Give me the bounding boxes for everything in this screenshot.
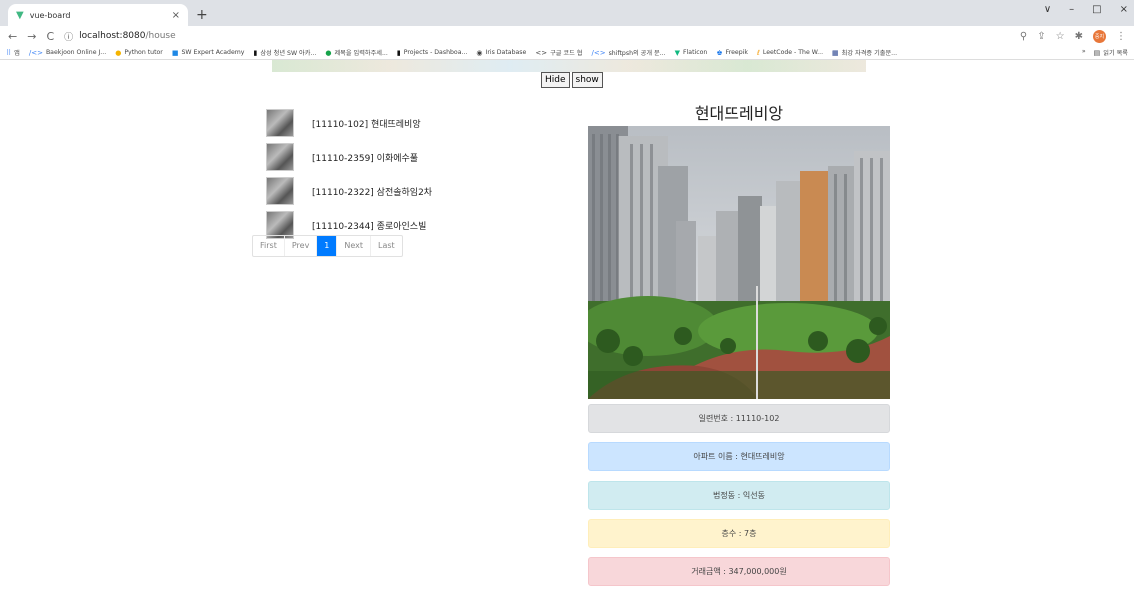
page-prev-button[interactable]: Prev xyxy=(285,236,318,256)
minimize-button[interactable]: – xyxy=(1069,4,1074,15)
address-bar: ← → C ⓘ localhost:8080/house ⚲ ⇪ ☆ ✱ 중지 … xyxy=(0,26,1134,46)
swea-icon: ■ xyxy=(171,48,179,57)
bookmark-item[interactable]: ● 제목을 입력하주세... xyxy=(325,48,388,58)
tab-close-icon[interactable]: × xyxy=(172,10,180,21)
bookmark-item[interactable]: ◉ Iris Database xyxy=(476,49,526,57)
bookmark-item[interactable]: ■ SW Expert Academy xyxy=(172,49,245,57)
bookmark-icon: ▦ xyxy=(832,48,839,57)
serial-number-box: 일련번호 : 11110-102 xyxy=(588,404,890,433)
tab-title: vue-board xyxy=(29,10,71,20)
bookmark-item[interactable]: ▮ 삼성 청년 SW 아카... xyxy=(253,48,316,58)
tab-search-icon[interactable]: ∨ xyxy=(1044,4,1051,15)
freepik-icon: ♚ xyxy=(716,48,723,57)
url-field[interactable]: ⓘ localhost:8080/house xyxy=(64,30,1020,43)
share-icon[interactable]: ⇪ xyxy=(1037,31,1045,42)
new-tab-button[interactable]: + xyxy=(196,4,208,26)
green-icon: ● xyxy=(325,48,332,57)
browser-tab[interactable]: ▼ vue-board × xyxy=(8,4,188,26)
floor-box: 층수 : 7층 xyxy=(588,519,890,548)
list-item[interactable]: [11110-2359] 이화에수풀 xyxy=(266,140,432,174)
bookmark-item[interactable]: ⠿ 앱 xyxy=(6,48,20,58)
bookmark-item[interactable]: ● Python tutor xyxy=(115,49,163,57)
page-next-button[interactable]: Next xyxy=(337,236,372,256)
bookmark-item[interactable]: /<> shiftpsh의 공개 문... xyxy=(591,48,665,58)
bookmark-item[interactable]: ▼ Flaticon xyxy=(675,49,708,57)
apps-icon: ⠿ xyxy=(6,48,12,57)
reload-icon[interactable]: C xyxy=(46,30,54,43)
page-last-button[interactable]: Last xyxy=(371,236,402,256)
house-label: [11110-2344] 종로아인스빌 xyxy=(312,221,427,232)
code-icon: /<> xyxy=(591,48,606,57)
apartment-photo-image xyxy=(588,126,890,399)
forward-icon[interactable]: → xyxy=(27,30,36,43)
python-icon: ● xyxy=(115,48,122,57)
window-controls: ∨ – □ × xyxy=(1044,4,1128,15)
star-icon[interactable]: ☆ xyxy=(1056,31,1065,42)
vue-logo-icon: ▼ xyxy=(16,9,24,21)
house-thumbnail xyxy=(266,143,294,171)
info-icon[interactable]: ⓘ xyxy=(64,30,73,43)
url-host: localhost:8080 xyxy=(79,31,146,41)
code-icon: /<> xyxy=(28,48,43,57)
reading-list-button[interactable]: ▤ 읽기 목록 xyxy=(1093,48,1128,58)
notion-icon: ▮ xyxy=(396,48,401,57)
profile-avatar[interactable]: 중지 xyxy=(1093,29,1106,43)
bookmarks-bar: ⠿ 앱 /<> Baekjoon Online J... ● Python tutor… xyxy=(0,46,1134,60)
flaticon-icon: ▼ xyxy=(674,48,680,57)
house-list: [11110-102] 현대뜨레비앙 [11110-2359] 이화에수풀 [1… xyxy=(266,106,432,242)
price-box: 거래금액 : 347,000,000원 xyxy=(588,557,890,586)
bookmark-item[interactable]: ▦ 최강 자격증 기출문... xyxy=(832,48,897,58)
browser-chrome: ▼ vue-board × + ∨ – □ × ← → C ⓘ localhos… xyxy=(0,0,1134,60)
close-window-button[interactable]: × xyxy=(1120,4,1128,15)
page-current-button[interactable]: 1 xyxy=(317,236,338,256)
reading-list-icon: ▤ xyxy=(1093,48,1101,57)
list-item[interactable]: [11110-102] 현대뜨레비앙 xyxy=(266,106,432,140)
menu-icon[interactable]: ⋮ xyxy=(1116,31,1126,42)
house-label: [11110-2359] 이화에수풀 xyxy=(312,153,419,164)
detail-title: 현대뜨레비앙 xyxy=(694,104,784,123)
bookmark-item[interactable]: ♚ Freepik xyxy=(716,49,748,57)
legal-dong-box: 법정동 : 익선동 xyxy=(588,481,890,510)
page-first-button[interactable]: First xyxy=(253,236,285,256)
show-button[interactable]: show xyxy=(571,72,603,88)
map-toggle: Hide show xyxy=(541,72,603,88)
house-label: [11110-2322] 삼전솔하임2차 xyxy=(312,187,433,198)
key-icon[interactable]: ⚲ xyxy=(1020,31,1027,42)
map-view[interactable] xyxy=(272,60,866,72)
bookmark-item[interactable]: ℓ LeetCode - The W... xyxy=(757,49,823,57)
hide-button[interactable]: Hide xyxy=(541,72,570,88)
house-thumbnail xyxy=(266,109,294,137)
house-label: [11110-102] 현대뜨레비앙 xyxy=(312,119,421,130)
code-icon: <> xyxy=(535,48,548,57)
list-item[interactable]: [11110-2322] 삼전솔하임2차 xyxy=(266,174,432,208)
apartment-photo xyxy=(588,126,890,399)
iris-icon: ◉ xyxy=(476,48,483,57)
maximize-button[interactable]: □ xyxy=(1092,4,1101,15)
leetcode-icon: ℓ xyxy=(756,48,760,57)
bookmark-item[interactable]: <> 구글 코드 협 xyxy=(535,48,582,58)
pagination: First Prev 1 Next Last xyxy=(252,235,403,257)
back-icon[interactable]: ← xyxy=(8,30,17,43)
url-path: /house xyxy=(145,31,176,41)
bookmarks-more-icon[interactable]: » xyxy=(1082,48,1086,57)
notion-icon: ▮ xyxy=(253,48,258,57)
bookmark-item[interactable]: /<> Baekjoon Online J... xyxy=(29,49,106,57)
bookmark-item[interactable]: ▮ Projects - Dashboa... xyxy=(397,49,468,57)
extensions-icon[interactable]: ✱ xyxy=(1075,31,1083,42)
house-thumbnail xyxy=(266,177,294,205)
page-content: Hide show [11110-102] 현대뜨레비앙 [11110-2359… xyxy=(0,60,1134,605)
tab-bar: ▼ vue-board × + ∨ – □ × xyxy=(0,0,1134,26)
apartment-name-box: 아파트 이름 : 현대뜨레비앙 xyxy=(588,442,890,471)
